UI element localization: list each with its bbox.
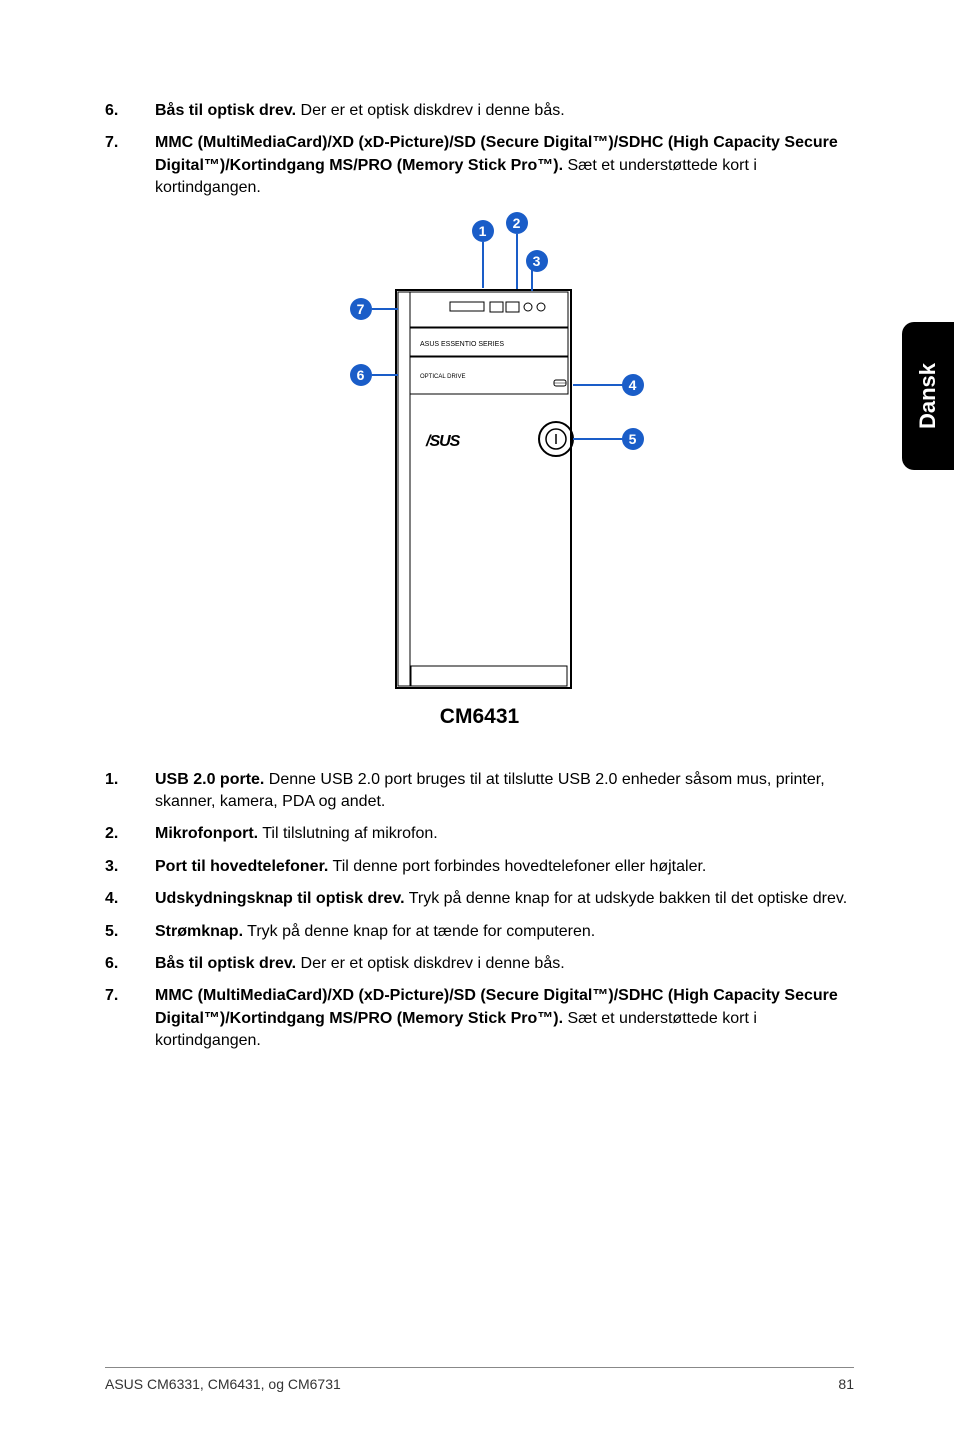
item-number: 3. [105,856,155,878]
item-text: Der er et optisk diskdrev i denne bås. [296,102,565,119]
callout-1: 1 [472,220,494,242]
tower-diagram: ASUS ESSENTIO SERIES OPTICAL DRIVE /SUS … [378,230,582,690]
list-item: 7. MMC (MultiMediaCard)/XD (xD-Picture)/… [105,985,854,1052]
list-item: 3. Port til hovedtelefoner. Til denne po… [105,856,854,878]
item-content: Bås til optisk drev. Der er et optisk di… [155,953,854,975]
item-number: 6. [105,100,155,122]
callout-4: 4 [622,374,644,396]
item-content: MMC (MultiMediaCard)/XD (xD-Picture)/SD … [155,132,854,199]
item-text: Tryk på denne knap for at tænde for comp… [243,923,595,940]
list-item: 6. Bås til optisk drev. Der er et optisk… [105,953,854,975]
lower-list: 1. USB 2.0 porte. Denne USB 2.0 port bru… [105,769,854,1053]
item-text: Til tilslutning af mikrofon. [258,825,438,842]
item-content: USB 2.0 porte. Denne USB 2.0 port bruges… [155,769,854,814]
item-number: 7. [105,985,155,1052]
callout-2: 2 [506,212,528,234]
top-item-7: 7. MMC (MultiMediaCard)/XD (xD-Picture)/… [105,132,854,199]
list-item: 2. Mikrofonport. Til tilslutning af mikr… [105,823,854,845]
list-item: 1. USB 2.0 porte. Denne USB 2.0 port bru… [105,769,854,814]
item-number: 1. [105,769,155,814]
callout-3: 3 [526,250,548,272]
item-content: Udskydningsknap til optisk drev. Tryk på… [155,888,854,910]
item-label: Udskydningsknap til optisk drev. [155,890,405,907]
item-text: Tryk på denne knap for at udskyde bakken… [405,890,848,907]
item-number: 5. [105,921,155,943]
footer-right: 81 [838,1376,854,1392]
model-label: CM6431 [105,705,854,729]
svg-text:/SUS: /SUS [425,433,461,450]
callout-line [372,308,398,310]
item-content: Strømknap. Tryk på denne knap for at tæn… [155,921,854,943]
callout-5: 5 [622,428,644,450]
item-text: Til denne port forbindes hovedtelefoner … [328,858,706,875]
item-label: Port til hovedtelefoner. [155,858,328,875]
item-number: 7. [105,132,155,199]
item-content: Bås til optisk drev. Der er et optisk di… [155,100,854,122]
item-label: Bås til optisk drev. [155,102,296,119]
item-label: Mikrofonport. [155,825,258,842]
callout-line [372,374,398,376]
item-number: 6. [105,953,155,975]
svg-text:OPTICAL DRIVE: OPTICAL DRIVE [420,374,465,380]
list-item: 4. Udskydningsknap til optisk drev. Tryk… [105,888,854,910]
callout-6: 6 [350,364,372,386]
top-item-6: 6. Bås til optisk drev. Der er et optisk… [105,100,854,122]
list-item: 5. Strømknap. Tryk på denne knap for at … [105,921,854,943]
callout-line [482,242,484,288]
pc-tower-icon: ASUS ESSENTIO SERIES OPTICAL DRIVE /SUS [378,230,582,690]
item-label: Strømknap. [155,923,243,940]
item-label: USB 2.0 porte. [155,771,264,788]
item-content: MMC (MultiMediaCard)/XD (xD-Picture)/SD … [155,985,854,1052]
item-content: Port til hovedtelefoner. Til denne port … [155,856,854,878]
callout-line [573,438,623,440]
item-content: Mikrofonport. Til tilslutning af mikrofo… [155,823,854,845]
item-number: 4. [105,888,155,910]
page-content: 6. Bås til optisk drev. Der er et optisk… [0,0,954,1388]
page-footer: ASUS CM6331, CM6431, og CM6731 81 [105,1367,854,1392]
footer-left: ASUS CM6331, CM6431, og CM6731 [105,1376,341,1392]
callout-7: 7 [350,298,372,320]
diagram-container: ASUS ESSENTIO SERIES OPTICAL DRIVE /SUS … [105,230,854,690]
svg-text:ASUS ESSENTIO SERIES: ASUS ESSENTIO SERIES [420,341,504,348]
item-text: Der er et optisk diskdrev i denne bås. [296,955,565,972]
callout-line [516,234,518,289]
item-label: Bås til optisk drev. [155,955,296,972]
callout-line [573,384,623,386]
item-number: 2. [105,823,155,845]
